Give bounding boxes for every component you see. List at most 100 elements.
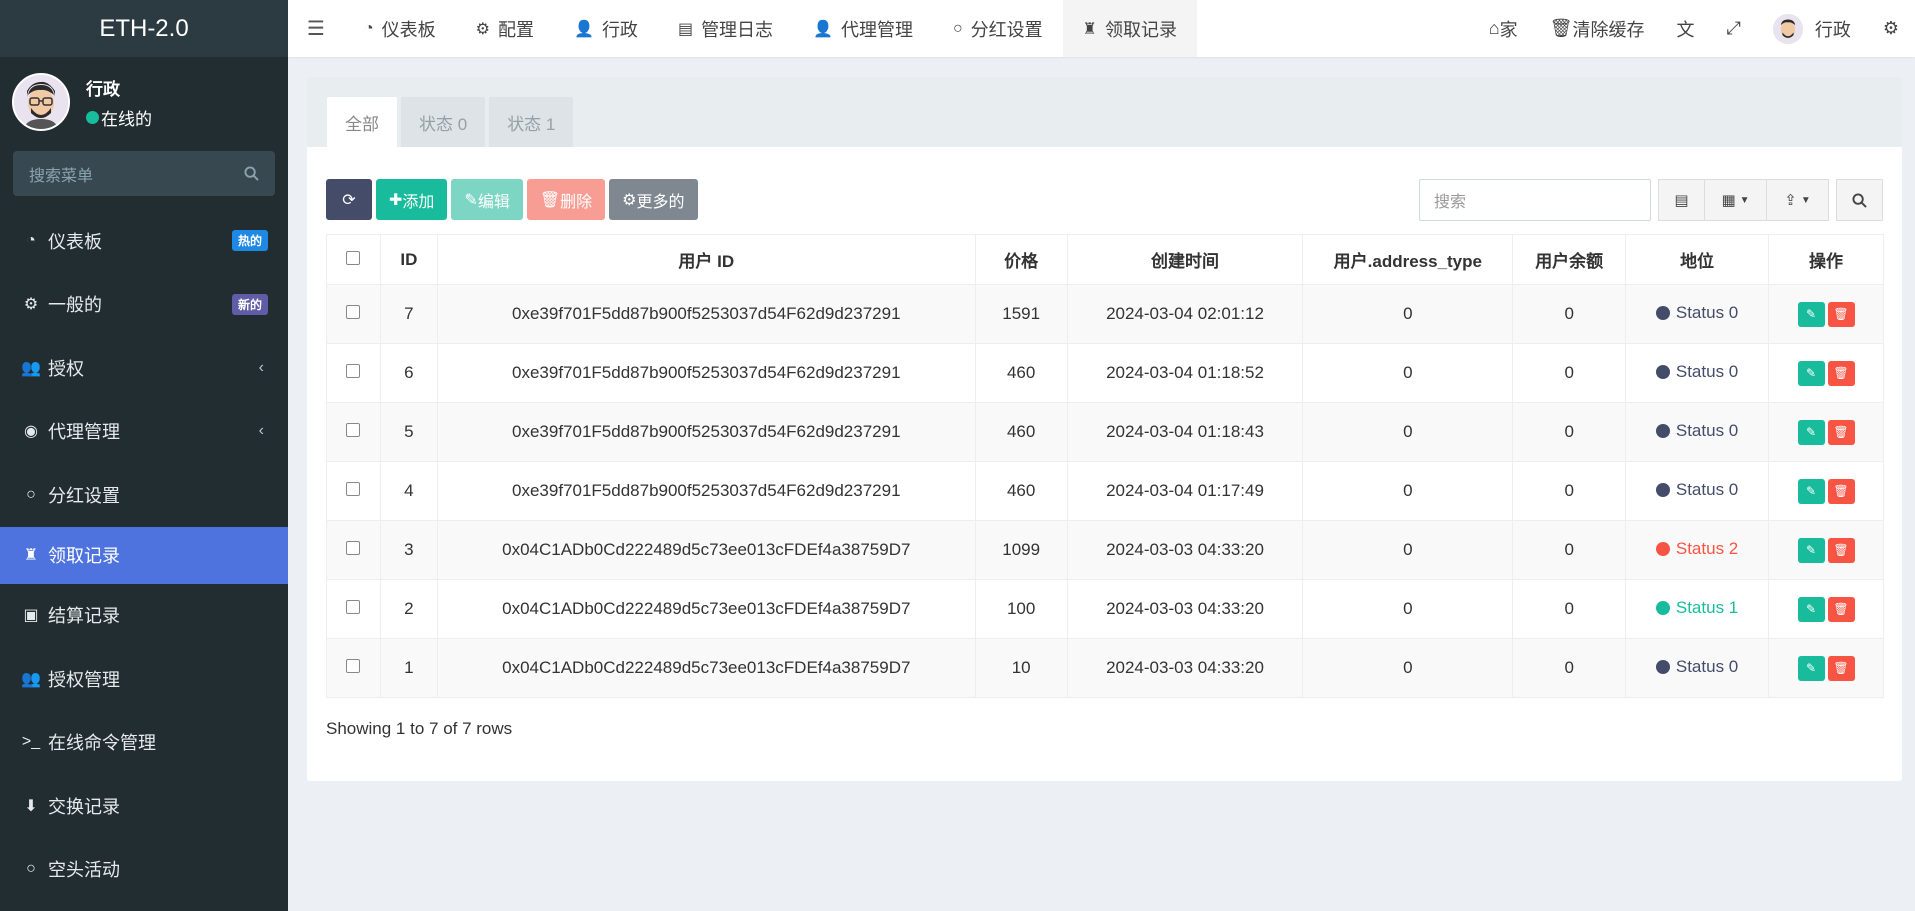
sidebar-item-airdrop[interactable]: ○ 空头活动 <box>0 838 288 902</box>
row-checkbox[interactable] <box>346 600 361 614</box>
tab-config[interactable]: ⚙ 配置 <box>456 0 554 57</box>
sidebar-item-exchange-records[interactable]: ⬇ 交换记录 <box>0 774 288 838</box>
status-badge[interactable]: Status 1 <box>1655 598 1738 618</box>
row-delete-button[interactable]: 🗑 <box>1827 419 1855 445</box>
export-button[interactable]: ⇪ ▼ <box>1767 179 1829 221</box>
row-edit-button[interactable]: ✎ <box>1797 655 1825 681</box>
table-row[interactable]: 3 0x04C1ADb0Cd222489d5c73ee013cFDEf4a3875… <box>326 520 1884 580</box>
table-row[interactable]: 2 0x04C1ADb0Cd222489d5c73ee013cFDEf4a3875… <box>326 579 1884 639</box>
toggle-view-button[interactable]: ▤ <box>1658 179 1705 221</box>
tab-admin-log[interactable]: ▤ 管理日志 <box>658 0 793 57</box>
tab-admin[interactable]: 👤 行政 <box>554 0 658 57</box>
tab-claim-records[interactable]: ♜ 领取记录 <box>1062 0 1197 57</box>
user-menu[interactable]: 行政 <box>1757 0 1867 57</box>
row-edit-button[interactable]: ✎ <box>1797 360 1825 386</box>
sidebar-item-dashboard[interactable]: ◔ 仪表板 热的 <box>0 209 288 273</box>
refresh-button[interactable]: ⟳ <box>326 179 372 220</box>
sidebar-search-input[interactable]: 搜索菜单 <box>13 151 275 196</box>
status-badge[interactable]: Status 0 <box>1655 657 1738 677</box>
row-checkbox[interactable] <box>346 305 361 319</box>
sidebar-item-agent-management[interactable]: ◉ 代理管理 ‹ <box>0 400 288 464</box>
avatar <box>1772 13 1803 44</box>
row-delete-button[interactable]: 🗑 <box>1827 537 1855 563</box>
sidebar-item-general[interactable]: ⚙ 一般的 新的 <box>0 273 288 337</box>
status-dot-icon <box>1655 365 1670 379</box>
top-navbar: ☰ ◔ 仪表板 ⚙ 配置 👤 行政 ▤ 管理日志 👤 代理管理 ○ 分红设置 ♜ 领取记录 ⌂… <box>288 0 1915 57</box>
row-edit-button[interactable]: ✎ <box>1797 478 1825 504</box>
col-id[interactable]: ID <box>379 234 438 285</box>
add-button[interactable]: ✚ 添加 <box>376 179 448 220</box>
advanced-search-button[interactable] <box>1836 179 1883 221</box>
new-badge: 新的 <box>231 293 268 315</box>
language-icon[interactable]: 文 <box>1660 0 1710 57</box>
home-icon: ⌂ <box>1488 18 1500 38</box>
status-badge[interactable]: Status 0 <box>1655 362 1738 382</box>
user-status: 在线的 <box>86 105 152 130</box>
row-edit-button[interactable]: ✎ <box>1797 419 1825 445</box>
sidebar-item-dividend-settings[interactable]: ○ 分红设置 <box>0 463 288 527</box>
more-button[interactable]: ⚙ 更多的 <box>609 179 698 220</box>
sidebar-item-claim-records[interactable]: ♜ 领取记录 <box>0 526 288 584</box>
col-status[interactable]: 地位 <box>1625 234 1770 285</box>
cell-id: 7 <box>379 284 438 344</box>
fullscreen-icon[interactable]: ⤢ <box>1710 0 1756 57</box>
clear-cache-button[interactable]: 🗑 清除缓存 <box>1534 0 1661 57</box>
row-edit-button[interactable]: ✎ <box>1797 596 1825 622</box>
row-delete-button[interactable]: 🗑 <box>1827 301 1855 327</box>
search-icon[interactable] <box>244 166 259 181</box>
row-checkbox[interactable] <box>346 482 361 496</box>
row-edit-button[interactable]: ✎ <box>1797 301 1825 327</box>
sidebar-item-auth-management[interactable]: 👥 授权管理 <box>0 647 288 711</box>
menu-toggle-icon[interactable]: ☰ <box>288 16 344 41</box>
row-delete-button[interactable]: 🗑 <box>1827 360 1855 386</box>
table-row[interactable]: 1 0x04C1ADb0Cd222489d5c73ee013cFDEf4a3875… <box>326 638 1884 698</box>
row-edit-button[interactable]: ✎ <box>1797 537 1825 563</box>
table-row[interactable]: 7 0xe39f701F5dd87b900f5253037d54F62d9d237… <box>326 284 1884 344</box>
tab-dashboard[interactable]: ◔ 仪表板 <box>344 0 456 57</box>
filter-tab-all[interactable]: 全部 <box>327 97 397 147</box>
status-badge[interactable]: Status 2 <box>1655 539 1738 559</box>
row-delete-button[interactable]: 🗑 <box>1827 655 1855 681</box>
status-badge[interactable]: Status 0 <box>1655 303 1738 323</box>
cell-address-type: 0 <box>1302 402 1514 462</box>
sidebar-item-auth[interactable]: 👥 授权 ‹ <box>0 336 288 400</box>
col-user-id[interactable]: 用户 ID <box>436 234 976 285</box>
cell-user-id: 0xe39f701F5dd87b900f5253037d54F62d9d2372… <box>436 461 976 521</box>
table-search-input[interactable]: 搜索 <box>1419 179 1651 221</box>
row-delete-button[interactable]: 🗑 <box>1827 478 1855 504</box>
edit-button[interactable]: ✎ 编辑 <box>451 179 523 220</box>
filter-tab-status-0[interactable]: 状态 0 <box>401 97 486 147</box>
sidebar-item-online-commands[interactable]: >_ 在线命令管理 <box>0 711 288 775</box>
row-checkbox[interactable] <box>346 364 361 378</box>
cell-address-type: 0 <box>1302 638 1514 698</box>
cell-status: Status 0 <box>1625 638 1770 698</box>
col-created[interactable]: 创建时间 <box>1066 234 1304 285</box>
home-link[interactable]: ⌂ 家 <box>1473 0 1534 57</box>
cell-user-id: 0xe39f701F5dd87b900f5253037d54F62d9d2372… <box>436 284 976 344</box>
tab-dividend-settings[interactable]: ○ 分红设置 <box>933 0 1063 57</box>
col-address-type[interactable]: 用户.address_type <box>1302 234 1514 285</box>
status-badge[interactable]: Status 0 <box>1655 421 1738 441</box>
table-row[interactable]: 6 0xe39f701F5dd87b900f5253037d54F62d9d237… <box>326 343 1884 403</box>
table-row[interactable]: 4 0xe39f701F5dd87b900f5253037d54F62d9d237… <box>326 461 1884 521</box>
chevron-left-icon: ‹ <box>258 358 264 376</box>
select-all-checkbox[interactable] <box>346 250 361 265</box>
row-checkbox[interactable] <box>346 541 361 555</box>
row-delete-button[interactable]: 🗑 <box>1827 596 1855 622</box>
brand-logo[interactable]: ETH-2.0 <box>0 0 288 57</box>
row-checkbox[interactable] <box>346 423 361 437</box>
col-price[interactable]: 价格 <box>974 234 1068 285</box>
settings-gear-icon[interactable]: ⚙ <box>1867 0 1915 57</box>
cell-actions: ✎ 🗑 <box>1768 579 1884 639</box>
status-badge[interactable]: Status 0 <box>1655 480 1738 500</box>
cc-icon: ▣ <box>23 607 39 625</box>
delete-button[interactable]: 🗑 删除 <box>526 179 606 220</box>
sidebar-item-settlement-records[interactable]: ▣ 结算记录 <box>0 584 288 648</box>
row-checkbox[interactable] <box>346 659 361 673</box>
tab-agent-management[interactable]: 👤 代理管理 <box>793 0 933 57</box>
columns-button[interactable]: ▦ ▼ <box>1705 179 1767 221</box>
filter-tab-status-1[interactable]: 状态 1 <box>489 97 574 147</box>
col-balance[interactable]: 用户余额 <box>1512 234 1627 285</box>
table-toolbar-right: 搜索 ▤ ▦ ▼ ⇪ ▼ <box>1419 179 1883 221</box>
table-row[interactable]: 5 0xe39f701F5dd87b900f5253037d54F62d9d237… <box>326 402 1884 462</box>
